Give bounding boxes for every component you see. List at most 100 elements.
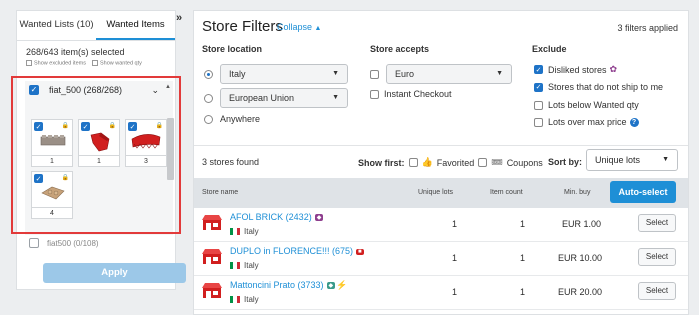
part-image bbox=[131, 134, 161, 149]
item-tile[interactable]: ✓ 🔒 4 bbox=[31, 171, 73, 219]
help-icon[interactable]: ? bbox=[629, 117, 639, 127]
tab-wanted-lists[interactable]: Wanted Lists (10) bbox=[17, 11, 96, 40]
tile-checkbox[interactable]: ✓ bbox=[34, 122, 43, 131]
lightning-icon: ⚡ bbox=[336, 280, 348, 290]
show-first-group: Show first: 👍 Favorited 🎟 Coupons bbox=[358, 157, 543, 168]
collapse-link[interactable]: Collapse ▲ bbox=[277, 22, 321, 32]
group-label: fiat_500 (268/268) bbox=[49, 85, 123, 95]
location-italy-row: Italy ▼ bbox=[204, 64, 348, 84]
list-scrollbar[interactable] bbox=[167, 118, 174, 180]
exclude-heading: Exclude bbox=[532, 44, 567, 54]
coupons-checkbox[interactable] bbox=[478, 158, 488, 167]
chevron-down-icon[interactable]: ⌄ bbox=[151, 85, 159, 96]
next-group-checkbox[interactable] bbox=[29, 238, 39, 248]
item-tile[interactable]: ✓ 🔒 1 bbox=[31, 119, 73, 167]
disliked-icon: ✿ bbox=[609, 64, 618, 74]
tile-checkbox[interactable]: ✓ bbox=[81, 122, 90, 131]
dropdown-arrow-icon: ▼ bbox=[332, 70, 339, 77]
show-excluded-option[interactable]: Show excluded items bbox=[26, 60, 86, 66]
tile-qty: 3 bbox=[126, 155, 166, 166]
exclude-disliked-checkbox[interactable]: ✓ bbox=[534, 65, 543, 74]
next-group-row[interactable]: fiat500 (0/108) bbox=[29, 238, 99, 248]
sort-select[interactable]: Unique lots ▼ bbox=[586, 149, 678, 171]
show-excluded-checkbox[interactable] bbox=[26, 60, 32, 66]
auto-select-button[interactable]: Auto-select bbox=[610, 181, 676, 203]
instant-checkout-checkbox[interactable] bbox=[370, 89, 379, 99]
store-filters-panel: Store Filters Collapse ▲ 3 filters appli… bbox=[193, 10, 689, 315]
exclude-below-qty-label: Lots below Wanted qty bbox=[548, 100, 639, 110]
show-wanted-checkbox[interactable] bbox=[91, 60, 98, 66]
store-name-link[interactable]: DUPLO in FLORENCE!!! (675) ■ bbox=[230, 246, 364, 256]
location-anywhere-row[interactable]: Anywhere bbox=[204, 114, 260, 124]
min-buy-cell: EUR 10.00 bbox=[558, 253, 603, 263]
page: Wanted Lists (10) Wanted Items 268/643 i… bbox=[0, 0, 699, 315]
coupon-icon: 🎟 bbox=[491, 157, 503, 167]
currency-select[interactable]: Euro ▼ bbox=[386, 64, 512, 84]
collapse-panel-icon[interactable]: » bbox=[176, 12, 182, 24]
item-count-cell: 1 bbox=[520, 287, 526, 297]
italy-flag-icon bbox=[230, 262, 240, 269]
exclude-noship-row[interactable]: ✓ Stores that do not ship to me bbox=[534, 82, 663, 92]
store-name-text: DUPLO in FLORENCE!!! (675) bbox=[230, 246, 354, 256]
items-list: ✓ fiat_500 (268/268) ⌄ ▲ ✓ 🔒 1 ✓ 🔒 1 ✓ 🔒… bbox=[25, 81, 173, 235]
unique-lots-cell: 1 bbox=[452, 287, 458, 297]
col-item-count[interactable]: Item count bbox=[490, 189, 523, 196]
store-name-link[interactable]: Mattoncini Prato (3733) ◆ ⚡ bbox=[230, 280, 347, 291]
lock-icon[interactable]: 🔒 bbox=[109, 122, 116, 129]
dropdown-arrow-icon: ▼ bbox=[662, 156, 669, 163]
table-row: DUPLO in FLORENCE!!! (675) ■ Italy 1 1 EU… bbox=[194, 242, 688, 276]
col-store-name[interactable]: Store name bbox=[202, 189, 238, 196]
location-anywhere-radio[interactable] bbox=[204, 114, 213, 124]
tab-wanted-items[interactable]: Wanted Items bbox=[96, 11, 175, 40]
tile-qty: 4 bbox=[32, 207, 72, 218]
favorited-label: Favorited bbox=[436, 157, 475, 168]
select-store-button[interactable]: Select bbox=[638, 214, 676, 232]
item-count-cell: 1 bbox=[520, 253, 526, 263]
instant-checkout-row[interactable]: Instant Checkout bbox=[370, 89, 452, 99]
show-wanted-option[interactable]: Show wanted qty bbox=[91, 60, 142, 66]
scroll-up-icon[interactable]: ▲ bbox=[165, 84, 171, 90]
store-country: Italy bbox=[230, 227, 259, 236]
item-tile[interactable]: ✓ 🔒 1 bbox=[78, 119, 120, 167]
store-icon bbox=[202, 215, 222, 230]
tile-qty: 1 bbox=[32, 155, 72, 166]
select-store-button[interactable]: Select bbox=[638, 248, 676, 266]
divider bbox=[194, 145, 688, 146]
store-name-link[interactable]: AFOL BRICK (2432) ◆ bbox=[230, 212, 324, 222]
favorited-checkbox[interactable] bbox=[408, 158, 418, 167]
filters-applied: 3 filters applied bbox=[617, 23, 678, 33]
currency-checkbox[interactable] bbox=[370, 69, 379, 79]
group-checkbox[interactable]: ✓ bbox=[29, 85, 39, 95]
exclude-disliked-row[interactable]: ✓ Disliked stores ✿ bbox=[534, 64, 617, 75]
country-label: Italy bbox=[244, 227, 259, 236]
col-unique-lots[interactable]: Unique lots bbox=[418, 189, 453, 196]
exclude-max-price-checkbox[interactable] bbox=[534, 117, 543, 127]
tile-checkbox[interactable]: ✓ bbox=[128, 122, 137, 131]
apply-button[interactable]: Apply bbox=[43, 263, 186, 283]
location-italy-radio[interactable] bbox=[204, 69, 213, 79]
currency-row: Euro ▼ bbox=[370, 64, 512, 84]
lock-icon[interactable]: 🔒 bbox=[156, 122, 163, 129]
lock-icon[interactable]: 🔒 bbox=[62, 122, 69, 129]
store-badge-icon: ◆ bbox=[326, 282, 336, 289]
item-tile[interactable]: ✓ 🔒 3 bbox=[125, 119, 167, 167]
country-select[interactable]: Italy ▼ bbox=[220, 64, 348, 84]
exclude-noship-checkbox[interactable]: ✓ bbox=[534, 82, 543, 92]
exclude-below-qty-row[interactable]: Lots below Wanted qty bbox=[534, 100, 639, 110]
select-store-button[interactable]: Select bbox=[638, 282, 676, 300]
region-select[interactable]: European Union ▼ bbox=[220, 88, 348, 108]
thumbs-up-icon: 👍 bbox=[421, 157, 433, 167]
location-eu-radio[interactable] bbox=[204, 93, 213, 103]
col-min-buy[interactable]: Min. buy bbox=[564, 189, 590, 196]
show-first-label: Show first: bbox=[358, 157, 405, 168]
tile-checkbox[interactable]: ✓ bbox=[34, 174, 43, 183]
location-eu-row: European Union ▼ bbox=[204, 88, 348, 108]
instant-checkout-label: Instant Checkout bbox=[384, 89, 452, 99]
group-row[interactable]: ✓ fiat_500 (268/268) ⌄ bbox=[25, 81, 173, 99]
lock-icon[interactable]: 🔒 bbox=[62, 174, 69, 181]
country-label: Italy bbox=[244, 295, 259, 304]
region-select-value: European Union bbox=[229, 93, 295, 103]
exclude-below-qty-checkbox[interactable] bbox=[534, 100, 543, 110]
exclude-max-price-row[interactable]: Lots over max price ? bbox=[534, 117, 639, 127]
unique-lots-cell: 1 bbox=[452, 253, 458, 263]
